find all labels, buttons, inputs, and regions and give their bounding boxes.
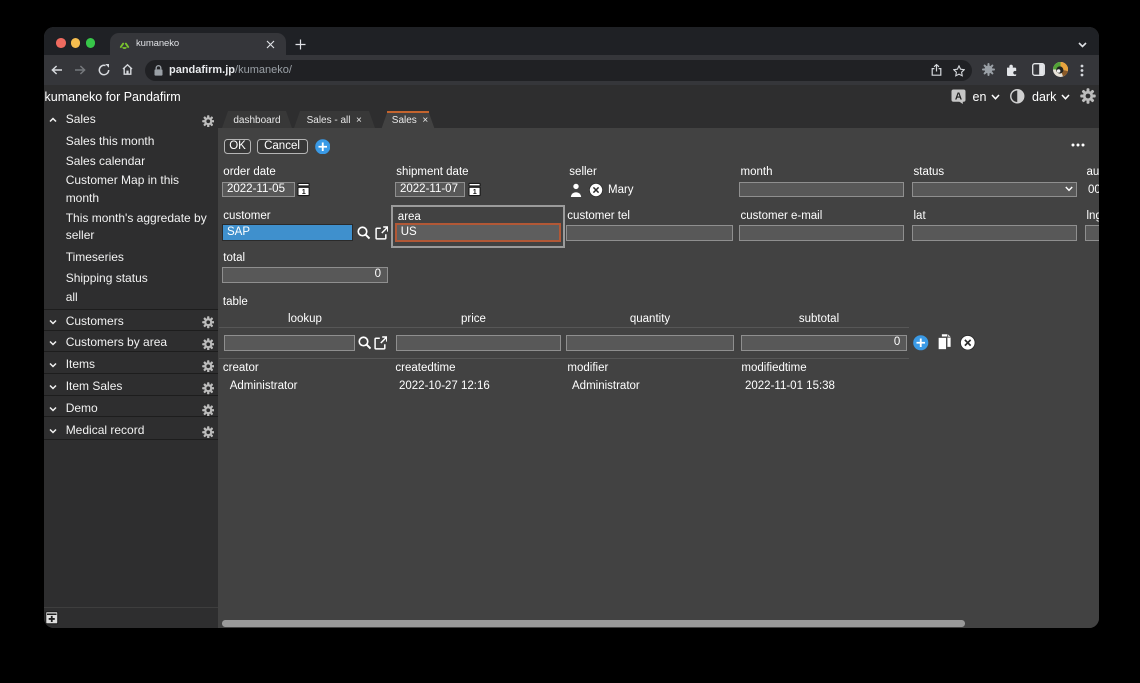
svg-text:A: A	[955, 91, 962, 102]
